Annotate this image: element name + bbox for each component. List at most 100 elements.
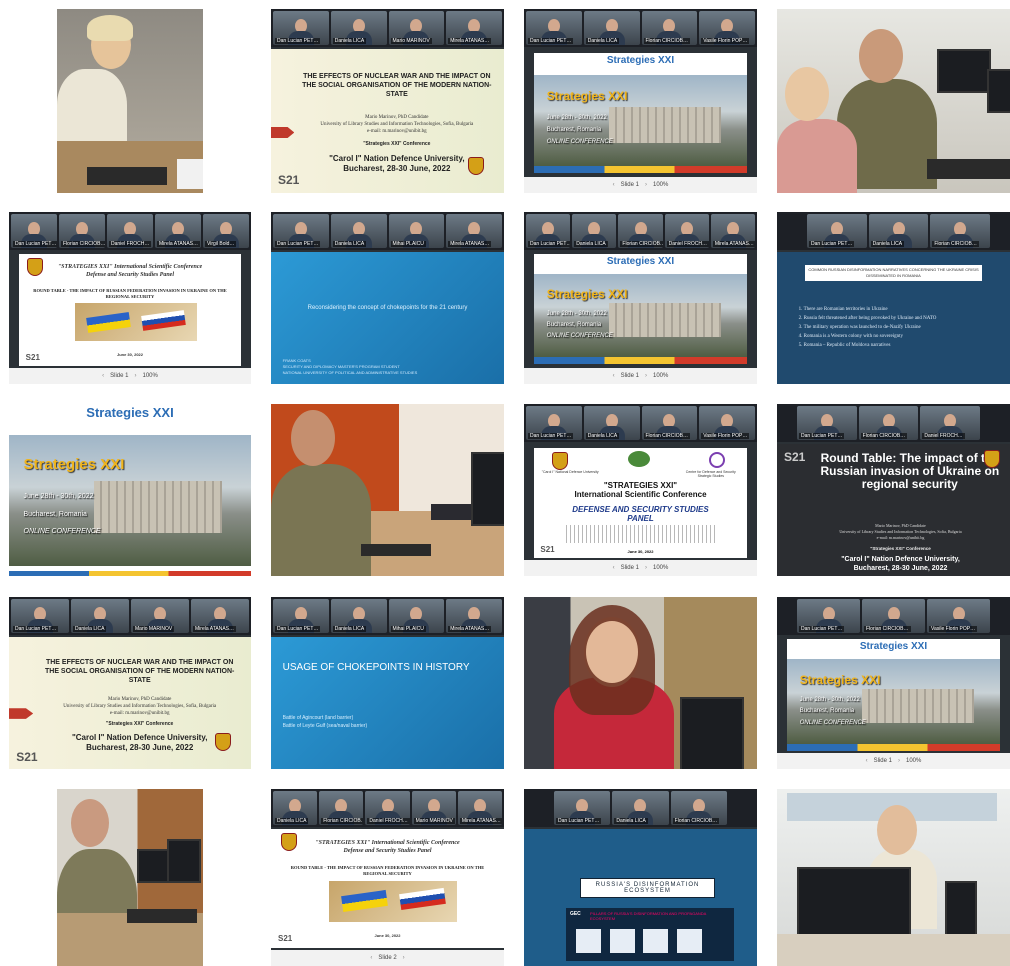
prev-slide-icon[interactable]: ‹ xyxy=(613,565,615,571)
participant-video: Dan Lucian PET… xyxy=(273,214,329,248)
participant-video: Mirela ATANAS… xyxy=(446,599,502,633)
slide-controls: ‹ Slide 2 › xyxy=(271,950,504,966)
slide-controls: ‹ Slide 1 › 100% xyxy=(524,177,757,193)
participant-video: Florian CIRCIOB… xyxy=(618,214,663,248)
next-slide-icon[interactable]: › xyxy=(403,955,405,961)
participant-video: Florian CIRCIOB… xyxy=(858,406,919,440)
photo-woman-monitor xyxy=(777,789,1010,966)
participant-video: Dan Lucian PET… xyxy=(554,791,611,825)
participant-video: Florian CIRCIOB… xyxy=(930,214,991,248)
participant-video: Daniela LICA xyxy=(583,406,640,440)
next-slide-icon[interactable]: › xyxy=(645,565,647,571)
next-slide-icon[interactable]: › xyxy=(645,182,647,188)
participant-video: Dan Lucian PET… xyxy=(11,599,69,633)
participant-video: Daniel FROCH… xyxy=(365,791,410,825)
slide-selector[interactable]: Slide 1 xyxy=(621,182,639,188)
participant-video: Mirela ATANAS… xyxy=(457,791,503,825)
slide-selector[interactable]: Slide 1 xyxy=(621,373,639,379)
participant-strip: Dan Lucian PET… Florian CIRCIOB… Vasile … xyxy=(777,597,1010,635)
participant-video: Mirela ATANAS… xyxy=(191,599,249,633)
presentation-slide: USAGE OF CHOKEPOINTS IN HISTORY Battle o… xyxy=(271,637,504,769)
slide-selector[interactable]: Slide 1 xyxy=(110,373,128,379)
prev-slide-icon[interactable]: ‹ xyxy=(102,373,104,379)
zoom-level: 100% xyxy=(142,373,158,379)
participant-video: Dan Lucian PET… xyxy=(797,406,857,440)
flags-image xyxy=(74,303,197,342)
presentation-slide: Strategies XXI Strategies XXI June 28th … xyxy=(534,254,747,364)
participant-strip: Daniela LICA Florian CIRCIOB… Daniel FRO… xyxy=(271,789,504,827)
participant-strip: Dan Lucian PET… Daniela LICA Mario MARIN… xyxy=(271,9,504,47)
participant-strip: Dan Lucian PET… Florian CIRCIOB… Daniel … xyxy=(9,212,251,250)
participant-video: Mario MARINOV xyxy=(411,791,456,825)
participant-strip: Dan Lucian PET… Daniela LICA Florian CIR… xyxy=(524,789,757,827)
participant-video: Daniela LICA xyxy=(273,791,318,825)
meeting-strategies-slide: Dan Lucian PET… Daniela LICA Florian CIR… xyxy=(524,9,757,193)
meeting-strategies-slide-3: Dan Lucian PET… Florian CIRCIOB… Vasile … xyxy=(777,597,1010,769)
participant-video: Florian CIRCIOB… xyxy=(59,214,105,248)
slide-selector[interactable]: Slide 1 xyxy=(621,565,639,571)
presentation-slide: Strategies XXI Strategies XXI June 28th … xyxy=(534,53,747,173)
slide-conference: "STRATEGIES XXI" International Scientifi… xyxy=(57,263,203,278)
participant-video: Daniela LICA xyxy=(583,11,640,45)
participant-video: Dan Lucian PET… xyxy=(11,214,57,248)
photo-man-desk xyxy=(57,789,203,966)
presentation-slide: Round Table: The impact of the Russian i… xyxy=(777,444,1010,576)
presentation-slide: THE EFFECTS OF NUCLEAR WAR AND THE IMPAC… xyxy=(9,637,251,769)
university-crest-icon xyxy=(27,258,43,276)
s21-logo: S21 xyxy=(277,173,300,188)
meeting-chokepoints-slide: Dan Lucian PET… Daniela LICA Mihai PLAIC… xyxy=(271,212,504,384)
slide-bullets: Battle of Agincourt (land barrier) Battle… xyxy=(282,714,368,729)
participant-video: Daniela LICA xyxy=(572,214,617,248)
meeting-narratives-slide: Dan Lucian PET… Daniela LICA Florian CIR… xyxy=(777,212,1010,384)
meeting-conference-panel-slide: Dan Lucian PET… Daniela LICA Florian CIR… xyxy=(524,404,757,576)
prev-slide-icon[interactable]: ‹ xyxy=(613,373,615,379)
participant-video: Daniel FROCH… xyxy=(664,214,709,248)
participant-video: Daniela LICA xyxy=(868,214,929,248)
meeting-roundtable-dark-slide: Dan Lucian PET… Florian CIRCIOB… Daniel … xyxy=(777,404,1010,576)
slide-selector[interactable]: Slide 2 xyxy=(378,955,396,961)
participant-video: Daniel FROCH… xyxy=(920,406,981,440)
meeting-roundtable-slide-2: Daniela LICA Florian CIRCIOB… Daniel FRO… xyxy=(271,789,504,966)
narratives-list: There are Romanian territories in Ukrain… xyxy=(796,305,996,350)
next-slide-icon[interactable]: › xyxy=(645,373,647,379)
meeting-usage-chokepoints-slide: Dan Lucian PET… Daniela LICA Mihai PLAIC… xyxy=(271,597,504,769)
meeting-roundtable-slide: Dan Lucian PET… Florian CIRCIOB… Daniel … xyxy=(9,212,251,384)
photo-officer-computer xyxy=(271,404,504,576)
participant-strip: Dan Lucian PET… Daniela LICA Mihai PLAIC… xyxy=(271,212,504,250)
participant-video: Vasile Florin POP… xyxy=(699,11,755,45)
presentation-slide: "Carol I" National Defence University Ce… xyxy=(534,448,747,558)
meeting-strategies-slide-2: Dan Lucian PET… Daniela LICA Florian CIR… xyxy=(524,212,757,384)
presentation-slide: THE EFFECTS OF NUCLEAR WAR AND THE IMPAC… xyxy=(271,49,504,193)
slide-author: Mario Marinov, PhD Candidate University o… xyxy=(63,697,217,717)
participant-video: Mirela ATANAS… xyxy=(155,214,201,248)
participant-strip: Dan Lucian PET… Daniela LICA Florian CIR… xyxy=(524,9,757,47)
building-sketch xyxy=(565,525,716,543)
participant-video: Florian CIRCIOB… xyxy=(641,406,698,440)
prev-slide-icon[interactable]: ‹ xyxy=(866,758,868,764)
participant-video: Dan Lucian PET… xyxy=(526,214,571,248)
participant-video: Florian CIRCIOB… xyxy=(319,791,364,825)
prev-slide-icon[interactable]: ‹ xyxy=(613,182,615,188)
meeting-ecosystem-slide: Dan Lucian PET… Daniela LICA Florian CIR… xyxy=(524,789,757,966)
next-slide-icon[interactable]: › xyxy=(135,373,137,379)
participant-video: Mario MARINOV xyxy=(388,11,445,45)
participant-video: Dan Lucian PET… xyxy=(797,599,860,633)
participant-video: Florian CIRCIOB… xyxy=(641,11,698,45)
next-slide-icon[interactable]: › xyxy=(898,758,900,764)
participant-video: Mario MARINOV xyxy=(131,599,189,633)
participant-video: Florian CIRCIOB… xyxy=(862,599,925,633)
presentation-slide: COMMON RUSSIAN DISINFORMATION NARRATIVES… xyxy=(777,252,1010,384)
slide-selector[interactable]: Slide 1 xyxy=(874,758,892,764)
participant-video: Mihai PLAICU xyxy=(388,214,445,248)
presentation-slide: "STRATEGIES XXI" International Scientifi… xyxy=(19,254,241,366)
participant-video: Daniela LICA xyxy=(330,599,387,633)
prev-slide-icon[interactable]: ‹ xyxy=(370,955,372,961)
photo-collage-grid: Dan Lucian PET… Daniela LICA Mario MARIN… xyxy=(0,0,1010,966)
strategies-slide-fullscreen: Strategies XXI Strategies XXI June 28th … xyxy=(9,404,251,576)
participant-video: Vasile Florin POP… xyxy=(927,599,990,633)
slide-controls: ‹ Slide 1 › 100% xyxy=(9,368,251,384)
university-crest-icon xyxy=(215,733,231,751)
presentation-slide: Reconsidering the concept of chokepoints… xyxy=(271,252,504,384)
university-crest-icon xyxy=(281,833,297,851)
presentation-slide: Strategies XXI Strategies XXI June 28th … xyxy=(787,639,1000,751)
